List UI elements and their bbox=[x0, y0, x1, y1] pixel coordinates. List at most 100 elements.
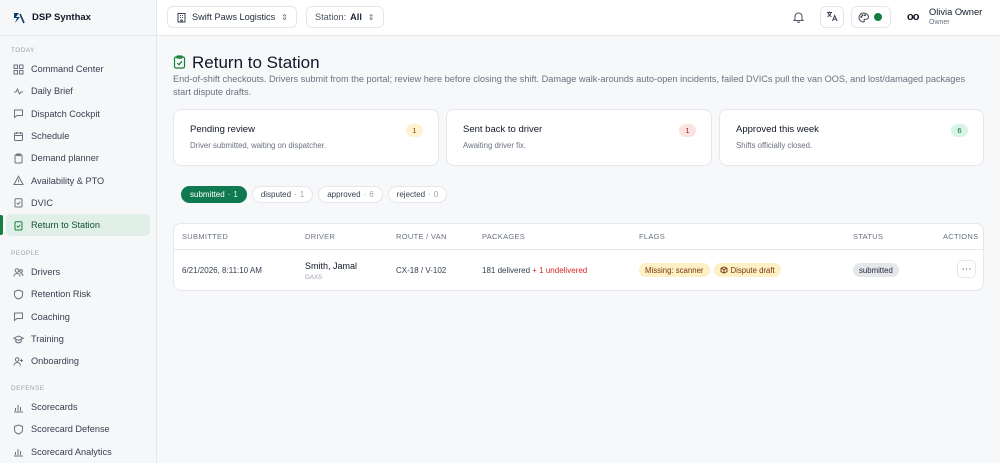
sidebar: DSP Synthax TODAY Command Center Daily B… bbox=[0, 0, 157, 463]
sidebar-item-retention-risk[interactable]: Retention Risk bbox=[6, 283, 150, 305]
chip-label: disputed bbox=[260, 190, 292, 199]
count-badge: 1 bbox=[406, 124, 423, 137]
submitted-time: 6/21/2026, 8:11:10 AM bbox=[182, 266, 262, 275]
sidebar-item-schedule[interactable]: Schedule bbox=[6, 125, 150, 147]
sidebar-item-label: Daily Brief bbox=[31, 86, 73, 97]
driver-name[interactable]: Smith, Jamal bbox=[305, 261, 357, 271]
station-value: All bbox=[350, 12, 362, 22]
warning-icon bbox=[13, 175, 24, 186]
org-selector[interactable]: Swift Paws Logistics ⇕ bbox=[167, 6, 297, 28]
filter-chip-disputed[interactable]: disputed · 1 bbox=[251, 186, 314, 203]
page-description: End-of-shift checkouts. Drivers submit f… bbox=[173, 74, 966, 97]
card-subtitle: Awaiting driver fix. bbox=[463, 141, 527, 150]
sidebar-item-training[interactable]: Training bbox=[6, 328, 150, 350]
chip-separator: · bbox=[428, 190, 431, 199]
column-header-route-van: ROUTE / VAN bbox=[396, 232, 447, 241]
main-content: Return to Station End-of-shift checkouts… bbox=[157, 36, 1000, 463]
column-header-flags: FLAGS bbox=[639, 232, 666, 241]
column-header-actions: ACTIONS bbox=[943, 232, 979, 241]
sidebar-item-daily-brief[interactable]: Daily Brief bbox=[6, 80, 150, 102]
shield-icon bbox=[13, 424, 24, 435]
route-van: CX-18 / V-102 bbox=[396, 266, 447, 275]
brand-logo-icon bbox=[12, 11, 26, 25]
active-indicator bbox=[0, 215, 3, 235]
chip-separator: · bbox=[294, 190, 297, 199]
avatar[interactable]: oo bbox=[907, 11, 919, 23]
chip-count: 1 bbox=[299, 190, 305, 199]
chip-label: submitted bbox=[190, 190, 225, 199]
brand-name: DSP Synthax bbox=[32, 12, 91, 23]
sidebar-item-label: Scorecards bbox=[31, 402, 78, 413]
translate-icon bbox=[826, 10, 838, 24]
user-name: Olivia Owner bbox=[929, 7, 983, 17]
card-title: Sent back to driver bbox=[463, 124, 543, 135]
submissions-table: SUBMITTED DRIVER ROUTE / VAN PACKAGES FL… bbox=[173, 223, 984, 291]
flag-dispute-badge[interactable]: Dispute draft bbox=[713, 263, 781, 277]
packages-undelivered: + 1 undelivered bbox=[532, 266, 588, 275]
section-label-defense: DEFENSE bbox=[11, 385, 45, 392]
sidebar-item-dvic[interactable]: DVIC bbox=[6, 192, 150, 214]
sidebar-item-label: Availability & PTO bbox=[31, 175, 105, 186]
summary-card-approved[interactable]: Approved this week Shifts officially clo… bbox=[719, 109, 984, 166]
sidebar-item-label: Retention Risk bbox=[31, 289, 91, 300]
bar-chart-icon bbox=[13, 402, 24, 413]
header-divider bbox=[174, 249, 983, 250]
sidebar-item-label: Dispatch Cockpit bbox=[31, 108, 100, 119]
card-subtitle: Driver submitted, waiting on dispatcher. bbox=[190, 141, 327, 150]
column-header-status: STATUS bbox=[853, 232, 884, 241]
bell-icon[interactable] bbox=[792, 11, 806, 24]
sidebar-item-return-to-station[interactable]: Return to Station bbox=[6, 214, 150, 237]
clipboard-check-icon bbox=[13, 197, 24, 208]
filter-chip-rejected[interactable]: rejected · 0 bbox=[387, 186, 448, 203]
summary-card-pending[interactable]: Pending review Driver submitted, waiting… bbox=[173, 109, 439, 166]
more-actions-button[interactable]: ⋯ bbox=[957, 260, 976, 278]
sidebar-item-scorecard-defense[interactable]: Scorecard Defense bbox=[6, 418, 150, 440]
chip-separator: · bbox=[363, 190, 367, 199]
chip-label: approved bbox=[327, 190, 361, 199]
sidebar-item-coaching[interactable]: Coaching bbox=[6, 306, 150, 328]
sidebar-item-label: Scorecard Analytics bbox=[31, 446, 112, 457]
chip-count: 1 bbox=[233, 190, 238, 199]
page-title: Return to Station bbox=[192, 53, 320, 72]
driver-code: DAX5 bbox=[305, 274, 322, 281]
station-selector[interactable]: Station: All ⇕ bbox=[306, 6, 384, 28]
sidebar-item-scorecard-analytics[interactable]: Scorecard Analytics bbox=[6, 441, 150, 463]
user-menu[interactable]: Olivia Owner Owner bbox=[929, 7, 982, 26]
packages: 181 delivered + 1 undelivered bbox=[482, 266, 587, 275]
grid-icon bbox=[13, 64, 24, 75]
filter-chip-submitted[interactable]: submitted · 1 bbox=[181, 186, 247, 203]
column-header-submitted: SUBMITTED bbox=[182, 232, 229, 241]
card-subtitle: Shifts officially closed. bbox=[736, 141, 813, 150]
pulse-icon bbox=[13, 86, 24, 97]
clipboard-icon bbox=[13, 153, 24, 164]
clipboard-return-icon bbox=[13, 220, 24, 231]
sidebar-item-label: Coaching bbox=[31, 311, 70, 322]
theme-toggle[interactable] bbox=[851, 6, 891, 28]
card-title: Pending review bbox=[190, 124, 255, 135]
org-name: Swift Paws Logistics bbox=[192, 12, 276, 22]
message-icon bbox=[13, 311, 24, 322]
sidebar-item-availability-pto[interactable]: Availability & PTO bbox=[6, 169, 150, 191]
sidebar-item-onboarding[interactable]: Onboarding bbox=[6, 350, 150, 372]
sidebar-item-drivers[interactable]: Drivers bbox=[6, 261, 150, 283]
filter-chip-approved[interactable]: approved · 6 bbox=[318, 186, 383, 203]
user-role: Owner bbox=[929, 19, 950, 26]
sidebar-item-label: DVIC bbox=[31, 197, 53, 208]
sidebar-item-command-center[interactable]: Command Center bbox=[6, 58, 150, 80]
packages-delivered: 181 delivered bbox=[482, 266, 531, 275]
sidebar-item-label: Schedule bbox=[31, 131, 70, 142]
translate-button[interactable] bbox=[820, 6, 844, 28]
chevron-updown-icon: ⇕ bbox=[367, 12, 375, 22]
sidebar-item-scorecards[interactable]: Scorecards bbox=[6, 396, 150, 418]
sidebar-item-demand-planner[interactable]: Demand planner bbox=[6, 147, 150, 169]
summary-card-sent-back[interactable]: Sent back to driver Awaiting driver fix.… bbox=[446, 109, 712, 166]
shield-icon bbox=[13, 289, 24, 300]
sidebar-item-dispatch-cockpit[interactable]: Dispatch Cockpit bbox=[6, 103, 150, 125]
more-horizontal-icon: ⋯ bbox=[961, 263, 972, 275]
section-label-people: PEOPLE bbox=[11, 250, 40, 257]
page-header: Return to Station bbox=[173, 53, 320, 73]
count-badge: 6 bbox=[951, 124, 968, 137]
flag-dispute-label: Dispute draft bbox=[730, 265, 775, 275]
chevron-updown-icon: ⇕ bbox=[281, 12, 288, 22]
brand[interactable]: DSP Synthax bbox=[0, 0, 156, 36]
